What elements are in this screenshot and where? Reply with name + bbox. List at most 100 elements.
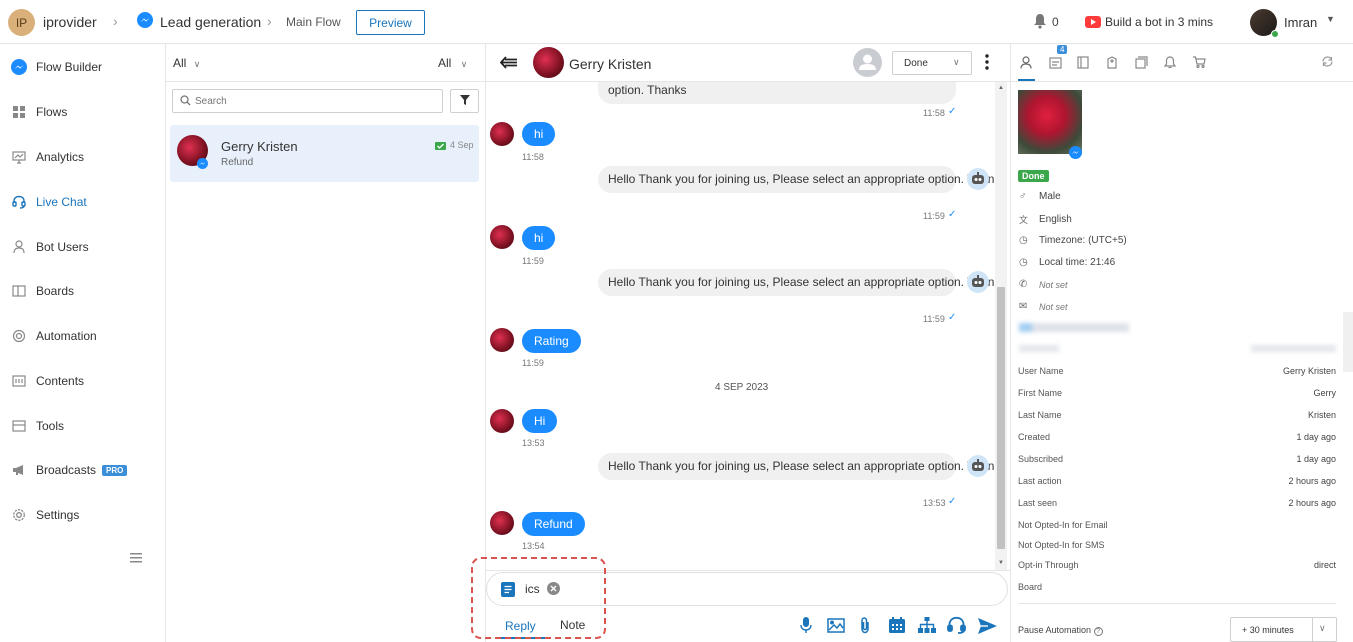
conversation-name: Gerry Kristen [221,139,298,154]
profile-panel: 4 Done ♂ Male 文 English ◷ Timezone: (UTC+5)… [1011,44,1353,642]
contact-avatar [490,328,514,352]
headset-icon[interactable] [947,616,966,637]
sidebar-item-boards[interactable]: Boards [0,276,165,306]
filter-left-dropdown[interactable]: All ∨ [173,56,200,70]
messenger-icon [197,158,208,172]
tab-user-profile-icon[interactable] [1020,56,1032,72]
image-icon[interactable] [827,618,845,636]
status-select[interactable]: Done ∨ [892,51,972,75]
tab-notifications-icon[interactable] [1163,56,1177,72]
build-bot-link[interactable]: Build a bot in 3 mins [1105,15,1213,29]
email-icon: ✉ [1019,301,1028,312]
sidebar-item-label: Broadcasts PRO [36,463,128,477]
field-row: Subscribed 1 day ago [1018,454,1336,464]
user-message: hi [522,122,556,146]
gender-row: ♂ Male [1019,191,1061,202]
preview-button[interactable]: Preview [356,10,425,35]
flow-tree-icon[interactable] [918,617,936,636]
scroll-down-icon[interactable]: ▼ [998,560,1004,566]
sidebar-item-flows[interactable]: Flows [0,97,165,127]
collapse-panel-icon[interactable] [499,56,518,72]
sidebar-item-label: Contents [36,374,85,388]
workspace-avatar[interactable]: IP [8,9,35,36]
sidebar-item-bot-users[interactable]: Bot Users [0,232,165,262]
field-row: Last seen 2 hours ago [1018,498,1336,508]
message-time: 11:59 [522,256,544,266]
field-row: First Name Gerry [1018,388,1336,398]
email-row[interactable]: ✉ Not set [1019,301,1068,312]
assign-agent-icon[interactable] [853,48,882,77]
bot-avatar-icon [967,168,989,190]
message-scrollbar[interactable]: ▲ ▼ [995,82,1007,570]
contact-avatar [490,511,514,535]
refresh-icon[interactable] [1322,56,1333,70]
done-check-icon [435,141,446,155]
contact-avatar [490,409,514,433]
scroll-up-icon[interactable]: ▲ [998,85,1004,91]
microphone-icon[interactable] [800,617,812,637]
sidebar-item-label: Boards [36,284,75,298]
sidebar-item-live-chat[interactable]: Live Chat [0,187,165,217]
scroll-thumb[interactable] [997,287,1005,549]
user-name[interactable]: Imran [1284,15,1317,30]
user-message: Rating [522,329,581,353]
phone-row[interactable]: ✆ Not set [1019,279,1068,290]
profile-tabs: 4 [1011,44,1353,82]
sidebar-item-label: Automation [36,329,97,343]
bot-avatar-icon [967,455,989,477]
send-icon[interactable] [978,618,997,637]
breadcrumb-flow[interactable]: Main Flow [286,15,341,29]
notification-count: 0 [1052,15,1059,29]
search-input[interactable] [195,93,435,109]
tab-files-icon[interactable] [1135,56,1148,72]
field-row: Last action 2 hours ago [1018,476,1336,486]
filter-button[interactable] [450,89,479,113]
field-row: Not Opted-In for Email [1018,520,1108,530]
language-row: 文 English [1019,214,1072,225]
field-row: Opt-in Through direct [1018,560,1336,570]
search-box[interactable] [172,89,443,113]
sidebar-item-tools[interactable]: Tools [0,411,165,441]
message-time: 13:54 [522,541,545,551]
message-time: 11:58 [923,108,945,118]
pro-badge: PRO [102,465,128,477]
contents-icon [11,373,27,389]
tab-activity-icon[interactable] [1049,56,1062,72]
chevron-down-icon[interactable]: ▼ [1326,14,1335,24]
sidebar-item-settings[interactable]: Settings [0,500,165,530]
tab-tags-icon[interactable] [1106,56,1118,72]
filter-right-dropdown[interactable]: All ∨ [438,56,467,70]
sidebar-item-contents[interactable]: Contents [0,366,165,396]
tab-notes-icon[interactable] [1077,56,1089,72]
collapse-menu-icon[interactable] [130,552,142,566]
status-badge: Done [1018,170,1049,182]
paperclip-icon[interactable] [859,617,871,637]
divider [1312,618,1313,641]
panel-scrollbar[interactable] [1343,312,1353,372]
more-options-icon[interactable] [985,54,989,73]
board-icon [11,283,27,299]
read-check-icon: ✓ [948,496,957,507]
automation-icon [11,328,27,344]
read-check-icon: ✓ [948,312,957,323]
read-check-icon: ✓ [948,209,957,220]
bell-icon[interactable] [1033,13,1047,32]
help-icon[interactable]: ? [1093,627,1103,636]
megaphone-icon [11,462,27,478]
calendar-icon[interactable] [889,617,905,636]
sidebar-item-label: Flows [36,105,68,119]
grid-icon [11,104,27,120]
chat-panel: Gerry Kristen Done ∨ option. Thanks 11:5… [486,44,1011,642]
sidebar-item-flow-builder[interactable]: Flow Builder [0,52,165,82]
sidebar-item-analytics[interactable]: Analytics [0,142,165,172]
messenger-icon [137,12,153,31]
redacted-field [1019,345,1059,352]
brand-name[interactable]: iprovider [43,14,97,30]
breadcrumb-bot[interactable]: Lead generation [160,14,261,30]
sidebar-item-automation[interactable]: Automation [0,321,165,351]
tab-cart-icon[interactable] [1193,56,1206,71]
pause-duration-select[interactable]: + 30 minutes ∨ [1230,617,1337,642]
conversation-item[interactable]: Gerry Kristen Refund 4 Sep [170,125,479,182]
sidebar-item-label: Bot Users [36,240,89,254]
sidebar-item-broadcasts[interactable]: Broadcasts PRO [0,455,165,485]
